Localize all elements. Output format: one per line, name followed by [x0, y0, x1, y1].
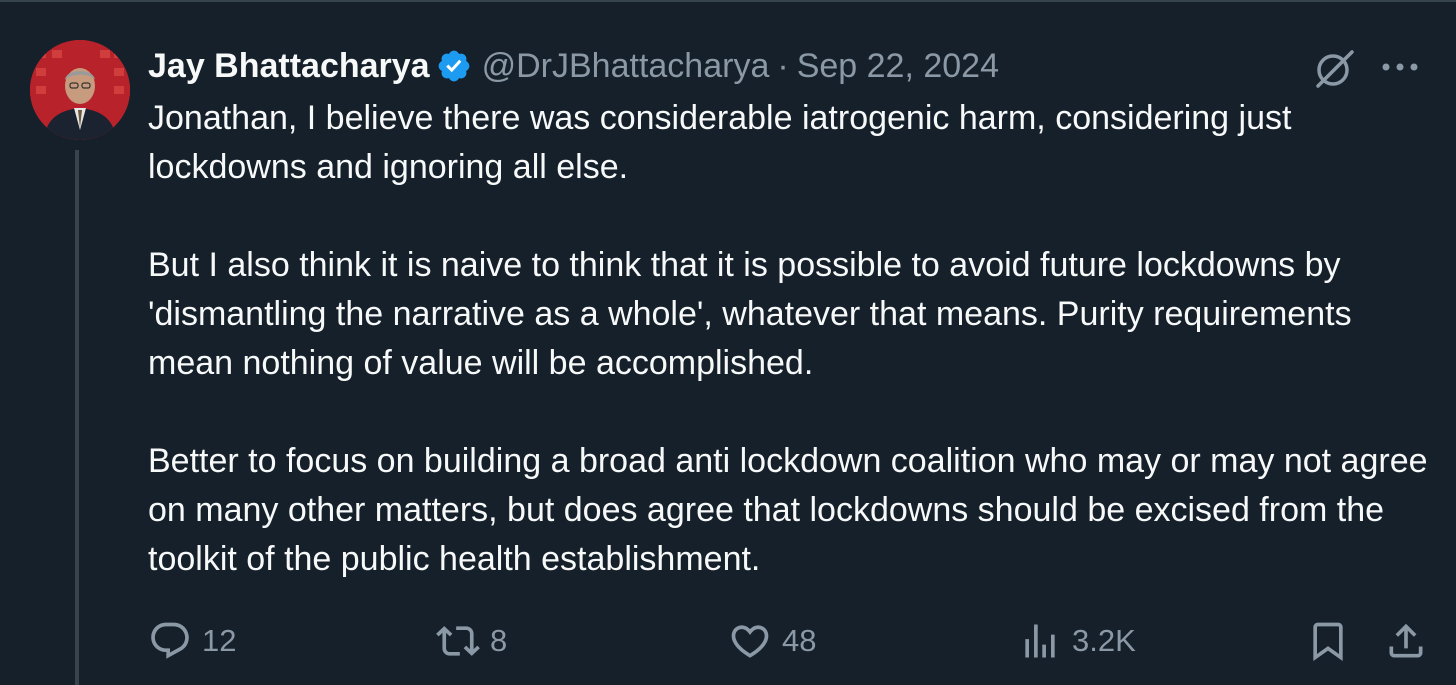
views-count: 3.2K	[1072, 623, 1136, 658]
thread-line	[75, 150, 79, 685]
verified-badge-icon	[436, 48, 472, 84]
tweet-paragraph: But I also think it is naive to think th…	[148, 246, 1352, 382]
bookmark-icon	[1313, 622, 1343, 662]
bookmark-button[interactable]	[1306, 614, 1350, 668]
author-handle[interactable]: @DrJBhattacharya	[482, 47, 770, 86]
share-icon	[1389, 623, 1423, 658]
tweet-text: Jonathan, I believe there was considerab…	[148, 94, 1438, 633]
tweet-actions: 12 8 48 3.2K	[148, 614, 1428, 668]
like-count: 48	[782, 623, 817, 658]
reply-button[interactable]: 12	[148, 614, 236, 668]
retweet-icon	[436, 626, 480, 656]
like-button[interactable]: 48	[728, 614, 816, 668]
tweet-date[interactable]: Sep 22, 2024	[797, 47, 999, 86]
reply-count: 12	[202, 623, 237, 658]
tweet-header: Jay Bhattacharya @DrJBhattacharya · Sep …	[148, 42, 999, 90]
share-button[interactable]	[1384, 614, 1428, 668]
reply-icon	[151, 622, 189, 659]
separator-dot: ·	[777, 46, 789, 85]
like-icon	[731, 625, 769, 658]
more-options-icon[interactable]	[1380, 52, 1420, 82]
retweet-count: 8	[490, 623, 508, 658]
tweet: Jay Bhattacharya @DrJBhattacharya · Sep …	[0, 0, 1456, 685]
author-name[interactable]: Jay Bhattacharya	[148, 47, 430, 86]
tweet-paragraph: Jonathan, I believe there was considerab…	[148, 99, 1292, 186]
grok-icon[interactable]	[1312, 48, 1358, 90]
tweet-paragraph: Better to focus on building a broad anti…	[148, 442, 1428, 578]
views-icon	[1025, 624, 1055, 658]
retweet-button[interactable]: 8	[436, 614, 507, 668]
avatar[interactable]	[30, 40, 130, 140]
avatar-image	[30, 40, 130, 140]
views-button[interactable]: 3.2K	[1018, 614, 1136, 668]
